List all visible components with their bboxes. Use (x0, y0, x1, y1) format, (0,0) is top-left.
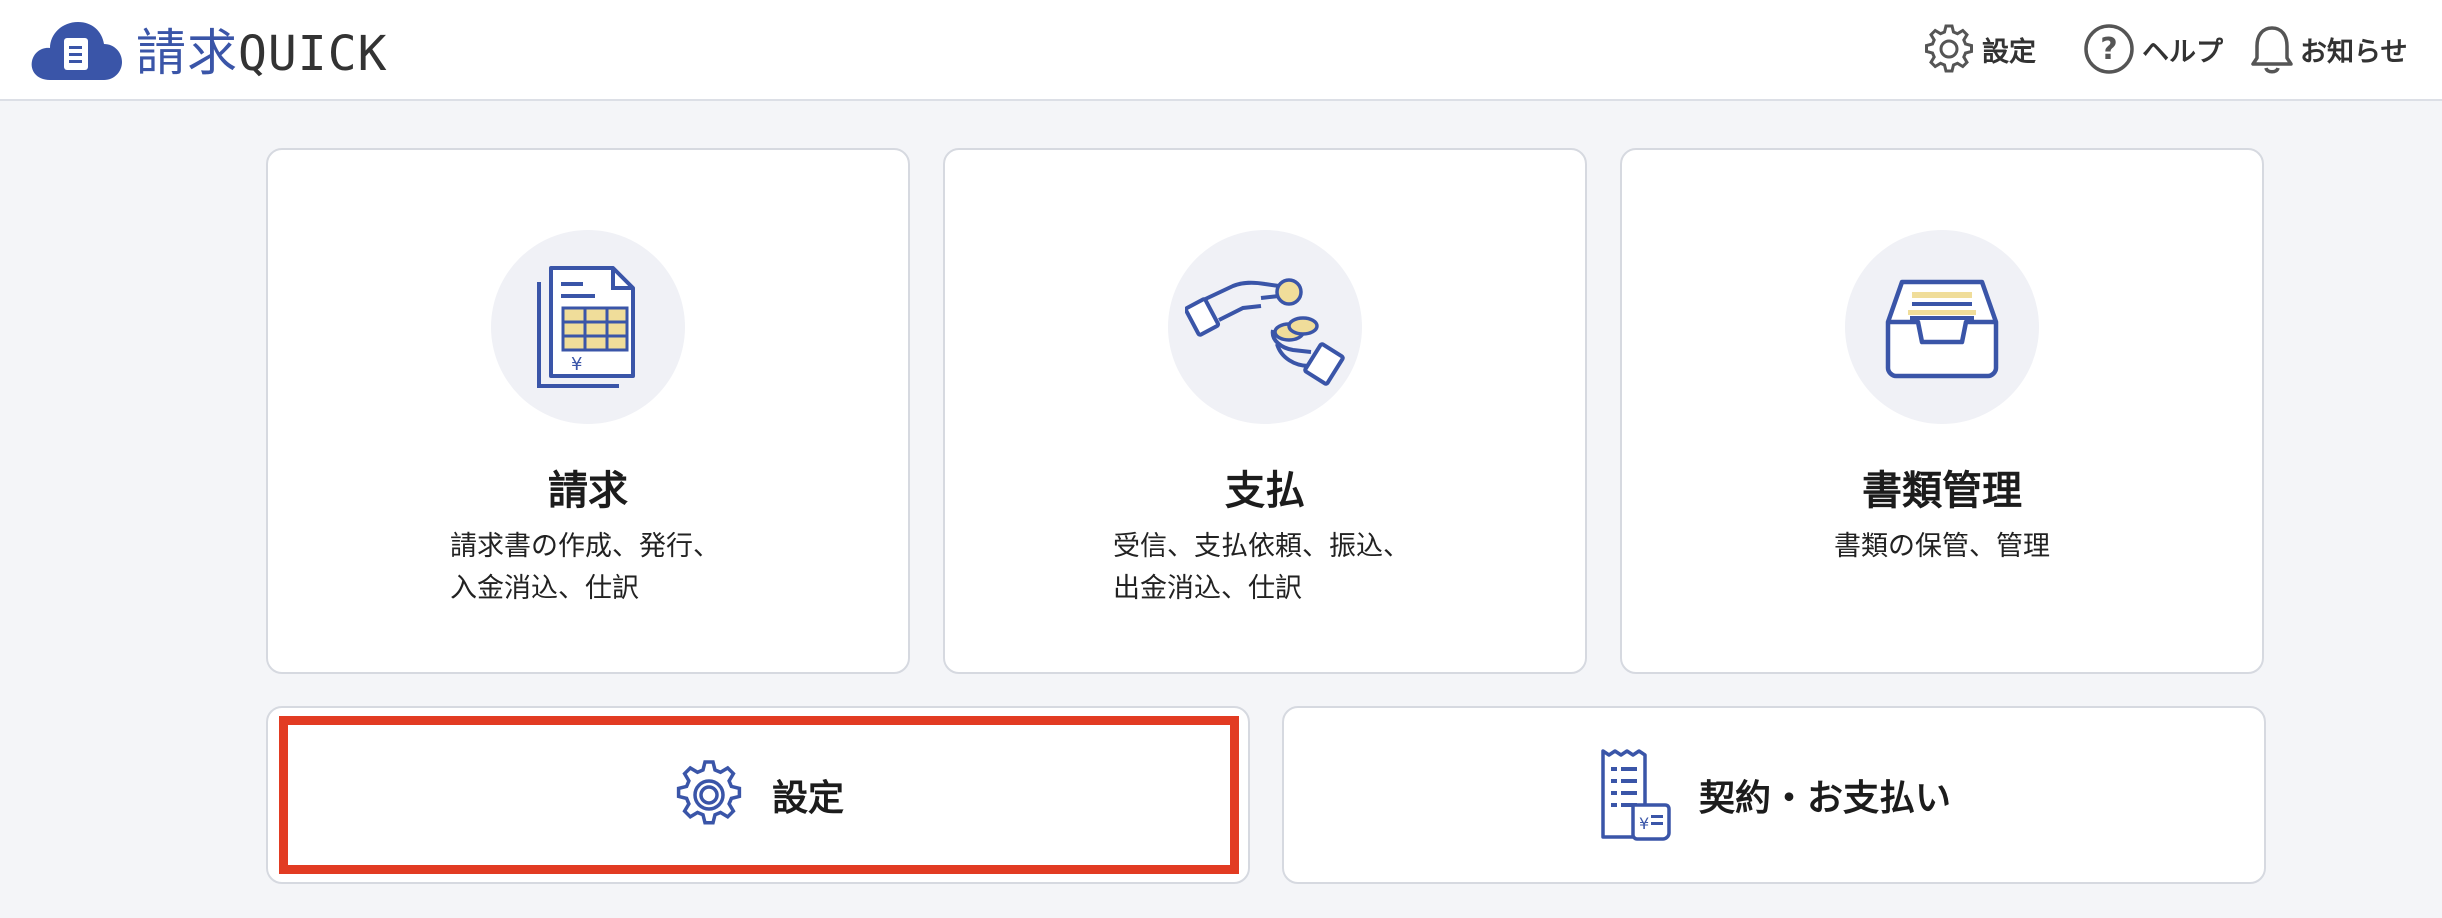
app-name: 請求QUICK (136, 24, 388, 82)
billing-title: 請求 (548, 468, 628, 514)
bell-icon (2251, 26, 2293, 74)
receipt-icon: ¥ (1601, 749, 1671, 841)
invoice-icon: ¥ (537, 266, 635, 388)
billing-description: 請求書の作成、発行、 入金消込、仕訳 (450, 531, 720, 604)
gear-icon (1925, 24, 1973, 73)
document-icon-circle (1845, 230, 2039, 424)
document-management-card[interactable]: 書類管理 書類の保管、管理 (1620, 148, 2264, 674)
header-help-label: ヘルプ (2142, 36, 2223, 68)
billing-icon-circle: ¥ (491, 230, 685, 424)
contract-payment-label: 契約・お支払い (1698, 778, 1951, 819)
app-logo[interactable]: 請求QUICK (30, 14, 388, 84)
svg-text:¥: ¥ (571, 354, 582, 375)
settings-label: 設定 (771, 778, 844, 819)
app-header: 請求QUICK 設定 ? ヘルプ お知らせ (0, 0, 2442, 101)
help-icon: ? (2084, 24, 2134, 74)
document-management-description: 書類の保管、管理 (1834, 531, 2050, 562)
payment-icon-circle (1168, 230, 1362, 424)
header-notice-link[interactable]: お知らせ (2250, 18, 2407, 80)
header-help-link[interactable]: ? ヘルプ (2082, 18, 2223, 80)
document-management-title: 書類管理 (1862, 468, 2022, 514)
payment-description: 受信、支払依頼、振込、 出金消込、仕訳 (1113, 531, 1410, 604)
billing-card[interactable]: ¥ 請求 請求書の作成、発行、 入金消込、仕訳 (266, 148, 910, 674)
payment-title: 支払 (1225, 468, 1305, 514)
cloud-logo-icon (31, 22, 122, 80)
svg-text:?: ? (2100, 32, 2117, 67)
header-settings-link[interactable]: 設定 (1922, 18, 2036, 80)
settings-card[interactable]: 設定 (266, 706, 1250, 884)
header-notice-label: お知らせ (2300, 36, 2408, 68)
contract-payment-card[interactable]: ¥ 契約・お支払い (1282, 706, 2266, 884)
payment-hands-icon (1185, 278, 1345, 386)
gear-icon (676, 760, 742, 825)
header-settings-label: 設定 (1982, 36, 2036, 68)
document-tray-icon (1885, 279, 1999, 379)
payment-card[interactable]: 支払 受信、支払依頼、振込、 出金消込、仕訳 (943, 148, 1587, 674)
svg-text:¥: ¥ (1639, 814, 1649, 833)
